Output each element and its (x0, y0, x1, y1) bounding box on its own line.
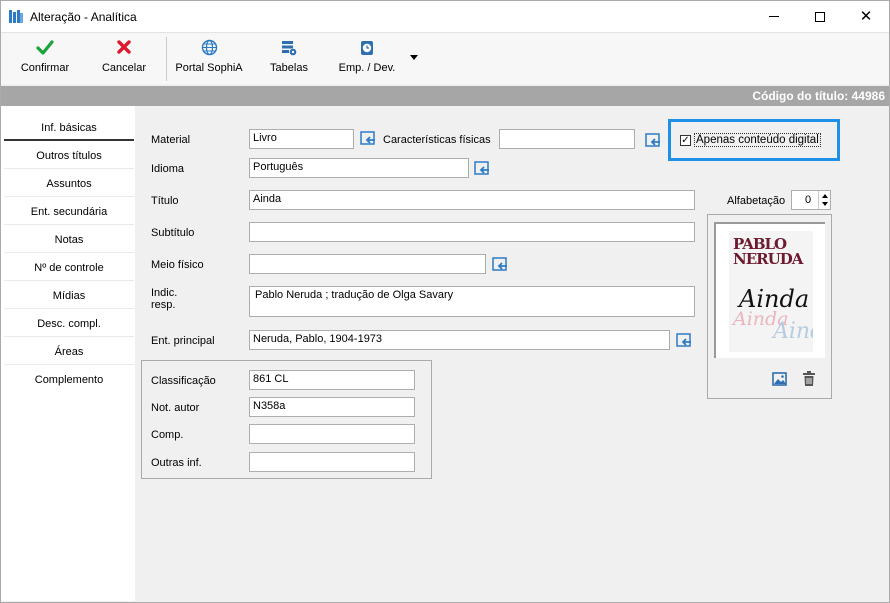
loan-return-button[interactable]: Emp. / Dev. (331, 39, 403, 83)
portal-sophia-button[interactable]: Portal SophiA (171, 39, 247, 83)
responsibility-label-1: Indic. (151, 287, 178, 299)
book-cover-image: PABLO NERUDA Ainda Ainda Ainda (729, 231, 813, 352)
cancel-button[interactable]: Cancelar (95, 39, 153, 83)
language-label: Idioma (151, 163, 185, 175)
cover-title: Ainda (739, 285, 810, 313)
digital-only-label[interactable]: Apenas conteúdo digital (694, 133, 821, 147)
tables-gear-icon (263, 39, 315, 59)
comp-field[interactable] (249, 424, 415, 444)
cover-author: PABLO NERUDA (733, 235, 803, 268)
title-label: Título (151, 195, 179, 207)
alphabet-label: Alfabetação (727, 195, 786, 207)
author-notation-label: Not. autor (151, 402, 200, 414)
sidebar-item-areas[interactable]: Áreas (4, 338, 134, 365)
alphabet-value: 0 (805, 194, 812, 206)
sidebar-item-complementary-desc[interactable]: Desc. compl. (4, 310, 134, 337)
responsibility-field[interactable]: Pablo Neruda ; tradução de Olga Savary (249, 286, 695, 317)
physical-features-lookup-icon[interactable] (645, 133, 662, 148)
sidebar-item-notes[interactable]: Notas (4, 226, 134, 253)
material-field[interactable]: Livro (249, 129, 354, 149)
classification-field[interactable]: 861 CL (249, 370, 415, 390)
alphabet-spin-arrows[interactable] (818, 191, 830, 209)
main-entry-label: Ent. principal (151, 335, 215, 347)
author-notation-field[interactable]: N358a (249, 397, 415, 417)
physical-features-label: Características físicas (383, 134, 491, 146)
sidebar: Inf. básicas Outros títulos Assuntos Ent… (1, 106, 135, 601)
toolbar: Confirmar Cancelar Portal SophiA Tabelas (1, 32, 889, 84)
other-info-field[interactable] (249, 452, 415, 472)
portal-sophia-label: Portal SophiA (175, 62, 243, 74)
tables-button[interactable]: Tabelas (263, 39, 315, 83)
comp-label: Comp. (151, 429, 184, 441)
cancel-x-icon (95, 39, 153, 59)
language-field[interactable]: Português (249, 158, 469, 178)
confirm-label: Confirmar (20, 62, 70, 74)
clock-book-icon (331, 39, 403, 59)
analytic-edit-window: Alteração - Analítica ✕ Confirmar Cancel… (0, 0, 890, 603)
close-button[interactable]: ✕ (843, 1, 889, 32)
sidebar-item-media[interactable]: Mídias (4, 282, 134, 309)
checkmark-icon (15, 39, 75, 59)
cover-image-frame: PABLO NERUDA Ainda Ainda Ainda (714, 222, 825, 358)
material-label: Material (151, 134, 191, 146)
responsibility-label-2: resp. (151, 299, 176, 311)
language-lookup-icon[interactable] (474, 161, 491, 176)
physical-medium-field[interactable] (249, 254, 486, 274)
title-code-bar: Código do título: 44986 (1, 86, 889, 106)
physical-medium-label: Meio físico (151, 259, 204, 271)
main-entry-field[interactable]: Neruda, Pablo, 1904-1973 (249, 330, 670, 350)
sidebar-item-subjects[interactable]: Assuntos (4, 170, 134, 197)
sidebar-item-control-number[interactable]: Nº de controle (4, 254, 134, 281)
sidebar-item-other-titles[interactable]: Outros títulos (4, 142, 134, 169)
title-field[interactable]: Ainda (249, 190, 695, 210)
tables-label: Tabelas (270, 62, 308, 74)
toolbar-separator (166, 37, 167, 81)
app-books-icon (9, 10, 23, 23)
subtitle-label: Subtítulo (151, 227, 195, 239)
digital-only-highlight: ✓ Apenas conteúdo digital (668, 119, 840, 161)
sidebar-item-complement[interactable]: Complemento (4, 366, 134, 393)
window-title: Alteração - Analítica (30, 10, 137, 24)
cover-title-echo-2: Ainda (773, 319, 813, 344)
dropdown-arrow-icon[interactable] (410, 55, 418, 60)
title-code-text: Código do título: 44986 (752, 89, 885, 103)
cover-panel: PABLO NERUDA Ainda Ainda Ainda (707, 214, 832, 399)
digital-only-checkbox[interactable]: ✓ (680, 135, 691, 146)
globe-icon (171, 39, 247, 59)
classification-label: Classificação (151, 375, 216, 387)
spin-down-icon[interactable] (822, 202, 828, 206)
minimize-button[interactable] (751, 1, 797, 32)
minimize-icon (769, 16, 779, 17)
alphabet-stepper[interactable]: 0 (791, 190, 831, 210)
sidebar-item-basic-info[interactable]: Inf. básicas (4, 114, 134, 141)
maximize-button[interactable] (797, 1, 843, 32)
main-entry-lookup-icon[interactable] (676, 333, 693, 348)
physical-features-field[interactable] (499, 129, 635, 149)
subtitle-field[interactable] (249, 222, 695, 242)
maximize-icon (815, 11, 825, 22)
trash-icon[interactable] (802, 371, 816, 386)
confirm-button[interactable]: Confirmar (15, 39, 75, 83)
close-icon: ✕ (859, 8, 873, 25)
image-upload-icon[interactable] (772, 372, 787, 386)
physical-medium-lookup-icon[interactable] (492, 257, 509, 272)
loan-return-label: Emp. / Dev. (338, 62, 396, 74)
sidebar-item-secondary-entry[interactable]: Ent. secundária (4, 198, 134, 225)
title-bar: Alteração - Analítica ✕ (1, 1, 889, 32)
cancel-label: Cancelar (101, 62, 147, 74)
spin-up-icon[interactable] (822, 194, 828, 198)
material-lookup-icon[interactable] (360, 131, 377, 146)
other-info-label: Outras inf. (151, 457, 202, 469)
